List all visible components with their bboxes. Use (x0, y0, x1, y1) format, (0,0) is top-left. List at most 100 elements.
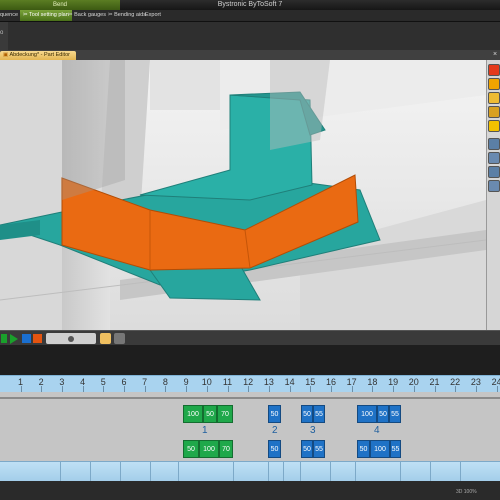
menu-item-label: Tool setting plan (29, 12, 69, 18)
upper-tool-segment[interactable]: 55 (389, 405, 401, 423)
ruler-tick (82, 386, 84, 392)
rail-separator (120, 462, 121, 481)
panel-separator (0, 345, 500, 375)
tab-part-editor[interactable]: ▣ Abdeckung* - Part Editor (0, 51, 76, 60)
view-button-red[interactable] (488, 64, 500, 76)
rail-separator (150, 462, 151, 481)
upper-tool-segment[interactable]: 50 (301, 405, 313, 423)
ruler-tick-label: 24 (491, 377, 500, 387)
lower-tool-segment[interactable]: 50 (268, 440, 281, 458)
playback-toolbar (0, 330, 500, 346)
menu-item-label: Back gauges (74, 12, 106, 18)
play-icon[interactable] (10, 334, 18, 344)
view-button-blue[interactable] (488, 166, 500, 178)
tool-icon: ✂ (68, 12, 73, 18)
lower-tool-segment[interactable]: 70 (219, 440, 233, 458)
3d-viewport[interactable] (0, 60, 486, 330)
ruler-tick (186, 386, 188, 392)
ruler-tick (289, 386, 291, 392)
upper-tool-segment[interactable]: 50 (268, 405, 281, 423)
upper-tool-segment[interactable]: 100 (357, 405, 377, 423)
lower-tool-segment[interactable]: 55 (390, 440, 401, 458)
lower-tool-segment[interactable]: 100 (370, 440, 390, 458)
ruler-tick (434, 386, 436, 392)
view-button-tool[interactable] (488, 106, 500, 118)
ruler-tick (206, 386, 208, 392)
menu-item-bending-aids[interactable]: ✂ Bending aids (108, 10, 146, 21)
station-label: 4 (374, 425, 380, 436)
upper-tool-segment[interactable]: 50 (377, 405, 389, 423)
slider-handle[interactable] (68, 336, 74, 342)
ruler-tick (248, 386, 250, 392)
machine-frame-left (0, 60, 62, 330)
tool-icon: ✂ (108, 12, 113, 18)
lower-tool-segment[interactable]: 50 (357, 440, 370, 458)
ruler-tick (41, 386, 43, 392)
lower-tool-segment[interactable]: 55 (313, 440, 325, 458)
ruler-tick (351, 386, 353, 392)
ruler-tick (393, 386, 395, 392)
rail-separator (60, 462, 61, 481)
beam-panel (150, 60, 220, 110)
ribbon-toolbar (0, 22, 500, 50)
rail-separator (400, 462, 401, 481)
tool-icon[interactable] (488, 92, 500, 104)
station-label: 2 (272, 425, 278, 436)
ruler-tick (124, 386, 125, 392)
lower-die-rail (0, 461, 500, 482)
menu-item-sequence[interactable]: quence (0, 10, 18, 21)
menu-item-label: Bending aids (114, 12, 146, 18)
upper-tool-segment[interactable]: 100 (183, 405, 203, 423)
lower-tool-segment[interactable]: 100 (199, 440, 219, 458)
menu-item-export[interactable]: Export (145, 10, 161, 21)
upper-tool-segment[interactable]: 50 (203, 405, 217, 423)
ruler-tick (475, 386, 477, 392)
rail-separator (283, 462, 284, 481)
ruler-tick (20, 386, 22, 392)
menu-item-tool-setting-plan[interactable]: ✂ Tool setting plan (20, 10, 72, 21)
settings-button[interactable] (100, 333, 111, 344)
rail-separator (90, 462, 91, 481)
ruler-tick (144, 386, 146, 392)
tab-label: Abdeckung* - Part Editor (9, 52, 70, 58)
view-button-blue[interactable] (488, 180, 500, 192)
ruler-tick (103, 386, 105, 392)
view-button-blue[interactable] (488, 152, 500, 164)
ruler-tick (331, 386, 332, 392)
ribbon-button[interactable] (0, 22, 8, 50)
ruler-tick (413, 386, 415, 392)
ribbon-label: o (0, 30, 4, 36)
rail-separator (355, 462, 356, 481)
3d-scene (0, 60, 486, 330)
ruler-tick (227, 386, 229, 392)
rail-separator (330, 462, 331, 481)
menu-bar: quence ✂ Tool setting plan ✂ Back gauges… (0, 10, 500, 22)
lower-tool-segment[interactable]: 50 (301, 440, 313, 458)
rail-separator (233, 462, 234, 481)
part-icon: ▣ (3, 52, 9, 58)
view-button-blue[interactable] (488, 138, 500, 150)
rail-separator (178, 462, 179, 481)
progress-slider[interactable] (46, 333, 96, 344)
ruler-tick (310, 386, 312, 392)
rail-separator (430, 462, 431, 481)
lower-tool-segment[interactable]: 50 (183, 440, 199, 458)
ruler-tick (61, 386, 63, 392)
station-label: 3 (310, 425, 316, 436)
step-button[interactable] (22, 334, 31, 343)
close-icon[interactable]: × (491, 51, 499, 59)
rail-separator (268, 462, 269, 481)
upper-tool-segment[interactable]: 55 (313, 405, 325, 423)
upper-tool-segment[interactable]: 70 (217, 405, 233, 423)
previous-step-button[interactable] (1, 334, 7, 343)
stop-button[interactable] (33, 334, 42, 343)
options-button[interactable] (114, 333, 125, 344)
view-button-yellow[interactable] (488, 78, 500, 90)
menu-item-back-gauges[interactable]: ✂ Back gauges (68, 10, 106, 21)
ruler-tick (165, 386, 167, 392)
view-button-orange[interactable] (488, 120, 500, 132)
ruler-tick (455, 386, 457, 392)
rail-separator (460, 462, 461, 481)
tool-setup-panel[interactable] (0, 392, 500, 461)
station-label: 1 (202, 425, 208, 436)
